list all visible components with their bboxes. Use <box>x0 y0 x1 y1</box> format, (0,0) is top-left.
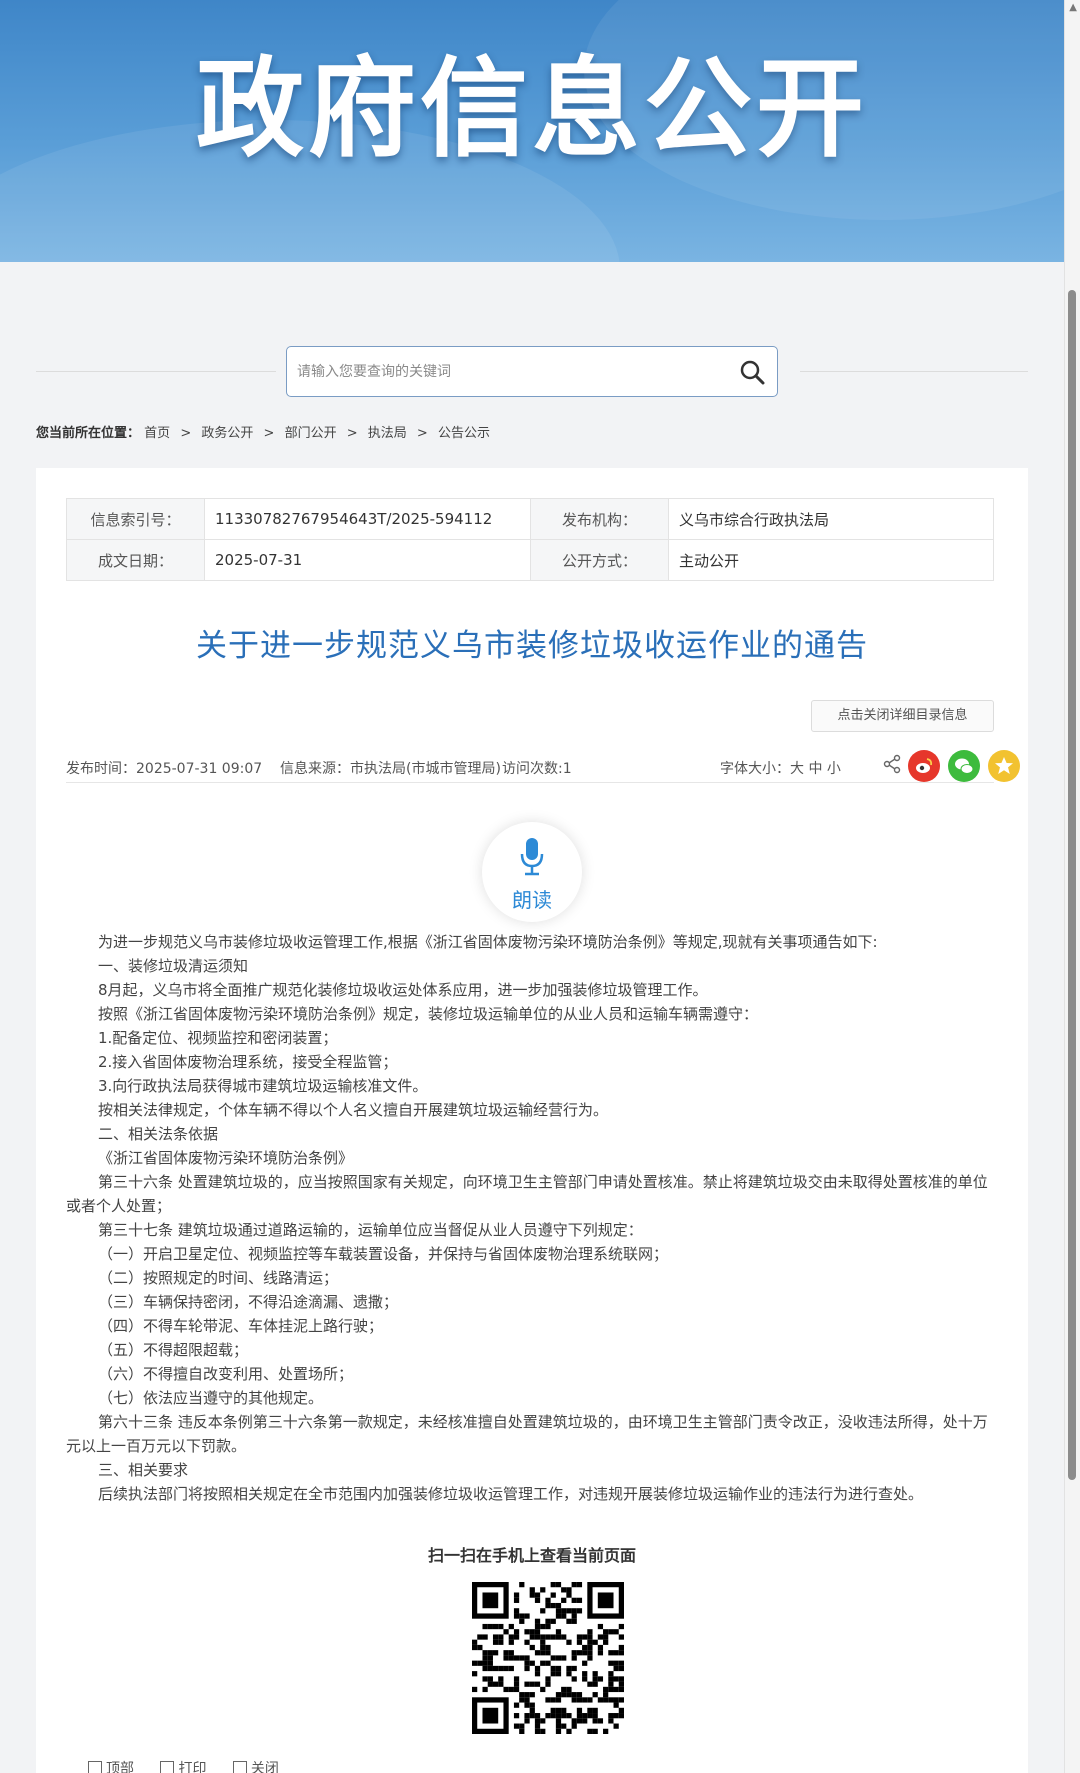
breadcrumb-item-home[interactable]: 首页 <box>144 426 170 441</box>
breadcrumb-separator: > <box>263 426 275 441</box>
breadcrumb-item-announcements[interactable]: 公告公示 <box>438 426 490 441</box>
close-link[interactable]: 关闭 <box>232 1761 279 1773</box>
paragraph: 一、装修垃圾清运须知 <box>98 957 249 975</box>
paragraph: 按照《浙江省固体废物污染环境防治条例》规定，装修垃圾运输单位的从业人员和运输车辆… <box>98 1005 759 1023</box>
paragraph: （五）不得超限超载； <box>98 1341 249 1359</box>
paragraph: 第三十七条 建筑垃圾通过道路运输的，运输单位应当督促从业人员遵守下列规定： <box>98 1221 643 1239</box>
paragraph: （一）开启卫星定位、视频监控等车载装置设备，并保持与省固体废物治理系统联网； <box>98 1245 669 1263</box>
paragraph: 三、相关要求 <box>98 1461 189 1479</box>
date-value: 2025-07-31 <box>204 539 531 581</box>
publish-time: 发布时间：2025-07-31 09:07 <box>66 761 263 777</box>
info-source: 信息来源：市执法局(市城市管理局) <box>280 761 501 777</box>
visit-count: 访问次数:1 <box>502 761 572 777</box>
qr-code <box>472 1582 624 1734</box>
read-aloud-button[interactable]: 朗读 <box>482 822 582 922</box>
paragraph: 3.向行政执法局获得城市建筑垃圾运输核准文件。 <box>98 1077 428 1095</box>
org-label: 发布机构： <box>530 498 669 540</box>
back-to-top-link[interactable]: 顶部 <box>88 1761 134 1773</box>
breadcrumb-separator: > <box>346 426 358 441</box>
date-label: 成文日期： <box>66 539 205 581</box>
print-link[interactable]: 打印 <box>160 1761 206 1773</box>
paragraph: 8月起，义乌市将全面推广规范化装修垃圾收运处体系应用，进一步加强装修垃圾管理工作… <box>98 981 708 999</box>
method-value: 主动公开 <box>668 539 994 581</box>
paragraph: 1.配备定位、视频监控和密闭装置； <box>98 1029 338 1047</box>
paragraph: 为进一步规范义乌市装修垃圾收运管理工作,根据《浙江省固体废物污染环境防治条例》等… <box>98 933 878 951</box>
breadcrumb-item-department[interactable]: 部门公开 <box>285 426 337 441</box>
paragraph: （七）依法应当遵守的其他规定。 <box>98 1389 324 1407</box>
breadcrumb: 您当前所在位置： 首页 > 政务公开 > 部门公开 > 执法局 > 公告公示 <box>36 422 490 441</box>
scroll-up-arrow-icon[interactable]: ▲ <box>1069 2 1077 13</box>
article-info-row: 发布时间：2025-07-31 09:07 信息来源：市执法局(市城市管理局) … <box>66 750 1020 784</box>
top-arrow-icon <box>88 1761 102 1773</box>
paragraph: （四）不得车轮带泥、车体挂泥上路行驶； <box>98 1317 384 1335</box>
document-title: 关于进一步规范义乌市装修垃圾收运作业的通告 <box>196 628 868 664</box>
font-size-switcher[interactable]: 字体大小：大 中 小 <box>720 758 841 778</box>
info-divider <box>66 782 994 783</box>
qr-caption: 扫一扫在手机上查看当前页面 <box>427 1546 636 1565</box>
microphone-icon <box>520 838 544 876</box>
paragraph: 第六十三条 违反本条例第三十六条第一款规定，未经核准擅自处置建筑垃圾的，由环境卫… <box>66 1413 988 1455</box>
index-label: 信息索引号： <box>66 498 205 540</box>
search-icon[interactable] <box>739 359 765 385</box>
favorite-star-icon[interactable] <box>988 750 1020 782</box>
paragraph: （六）不得擅自改变利用、处置场所； <box>98 1365 354 1383</box>
paragraph: 按相关法律规定，个体车辆不得以个人名义擅自开展建筑垃圾运输经营行为。 <box>98 1101 609 1119</box>
share-icon[interactable] <box>882 754 902 774</box>
article-body: 为进一步规范义乌市装修垃圾收运管理工作,根据《浙江省固体废物污染环境防治条例》等… <box>66 930 994 1506</box>
header-banner: 政府信息公开 <box>0 0 1064 262</box>
index-value: 11330782767954643T/2025-594112 <box>204 498 531 540</box>
wechat-share-icon[interactable] <box>948 750 980 782</box>
paragraph: （三）车辆保持密闭，不得沿途滴漏、遗撒； <box>98 1293 399 1311</box>
close-icon <box>232 1761 247 1773</box>
printer-icon <box>160 1761 175 1773</box>
divider-left <box>36 371 276 372</box>
paragraph: 2.接入省固体废物治理系统，接受全程监管； <box>98 1053 398 1071</box>
breadcrumb-separator: > <box>180 426 192 441</box>
breadcrumb-item-enforcement[interactable]: 执法局 <box>368 426 407 441</box>
breadcrumb-item-gov-affairs[interactable]: 政务公开 <box>201 426 253 441</box>
footer-actions: 顶部 打印 关闭 <box>88 1758 301 1773</box>
search-box <box>286 346 778 397</box>
toggle-catalog-button[interactable]: 点击关闭详细目录信息 <box>811 700 994 732</box>
scrollbar-thumb[interactable] <box>1068 290 1076 1480</box>
paragraph: 后续执法部门将按照相关规定在全市范围内加强装修垃圾收运管理工作，对违规开展装修垃… <box>98 1485 924 1503</box>
method-label: 公开方式： <box>530 539 669 581</box>
search-input[interactable] <box>297 359 707 385</box>
paragraph: 第三十六条 处置建筑垃圾的，应当按照国家有关规定，向环境卫生主管部门申请处置核准… <box>66 1173 988 1215</box>
divider-right <box>800 371 1028 372</box>
weibo-share-icon[interactable] <box>908 750 940 782</box>
breadcrumb-lead: 您当前所在位置： <box>36 426 141 441</box>
article-card: 信息索引号： 11330782767954643T/2025-594112 发布… <box>36 468 1028 1773</box>
org-value: 义乌市综合行政执法局 <box>668 498 994 540</box>
read-aloud-label: 朗读 <box>512 888 552 912</box>
breadcrumb-separator: > <box>416 426 428 441</box>
paragraph: （二）按照规定的时间、线路清运； <box>98 1269 339 1287</box>
paragraph: 《浙江省固体废物污染环境防治条例》 <box>98 1149 354 1167</box>
metadata-table: 信息索引号： 11330782767954643T/2025-594112 发布… <box>66 498 994 581</box>
banner-title: 政府信息公开 <box>195 47 868 172</box>
paragraph: 二、相关法条依据 <box>98 1125 219 1143</box>
vertical-scrollbar[interactable]: ▲ <box>1064 0 1080 1773</box>
